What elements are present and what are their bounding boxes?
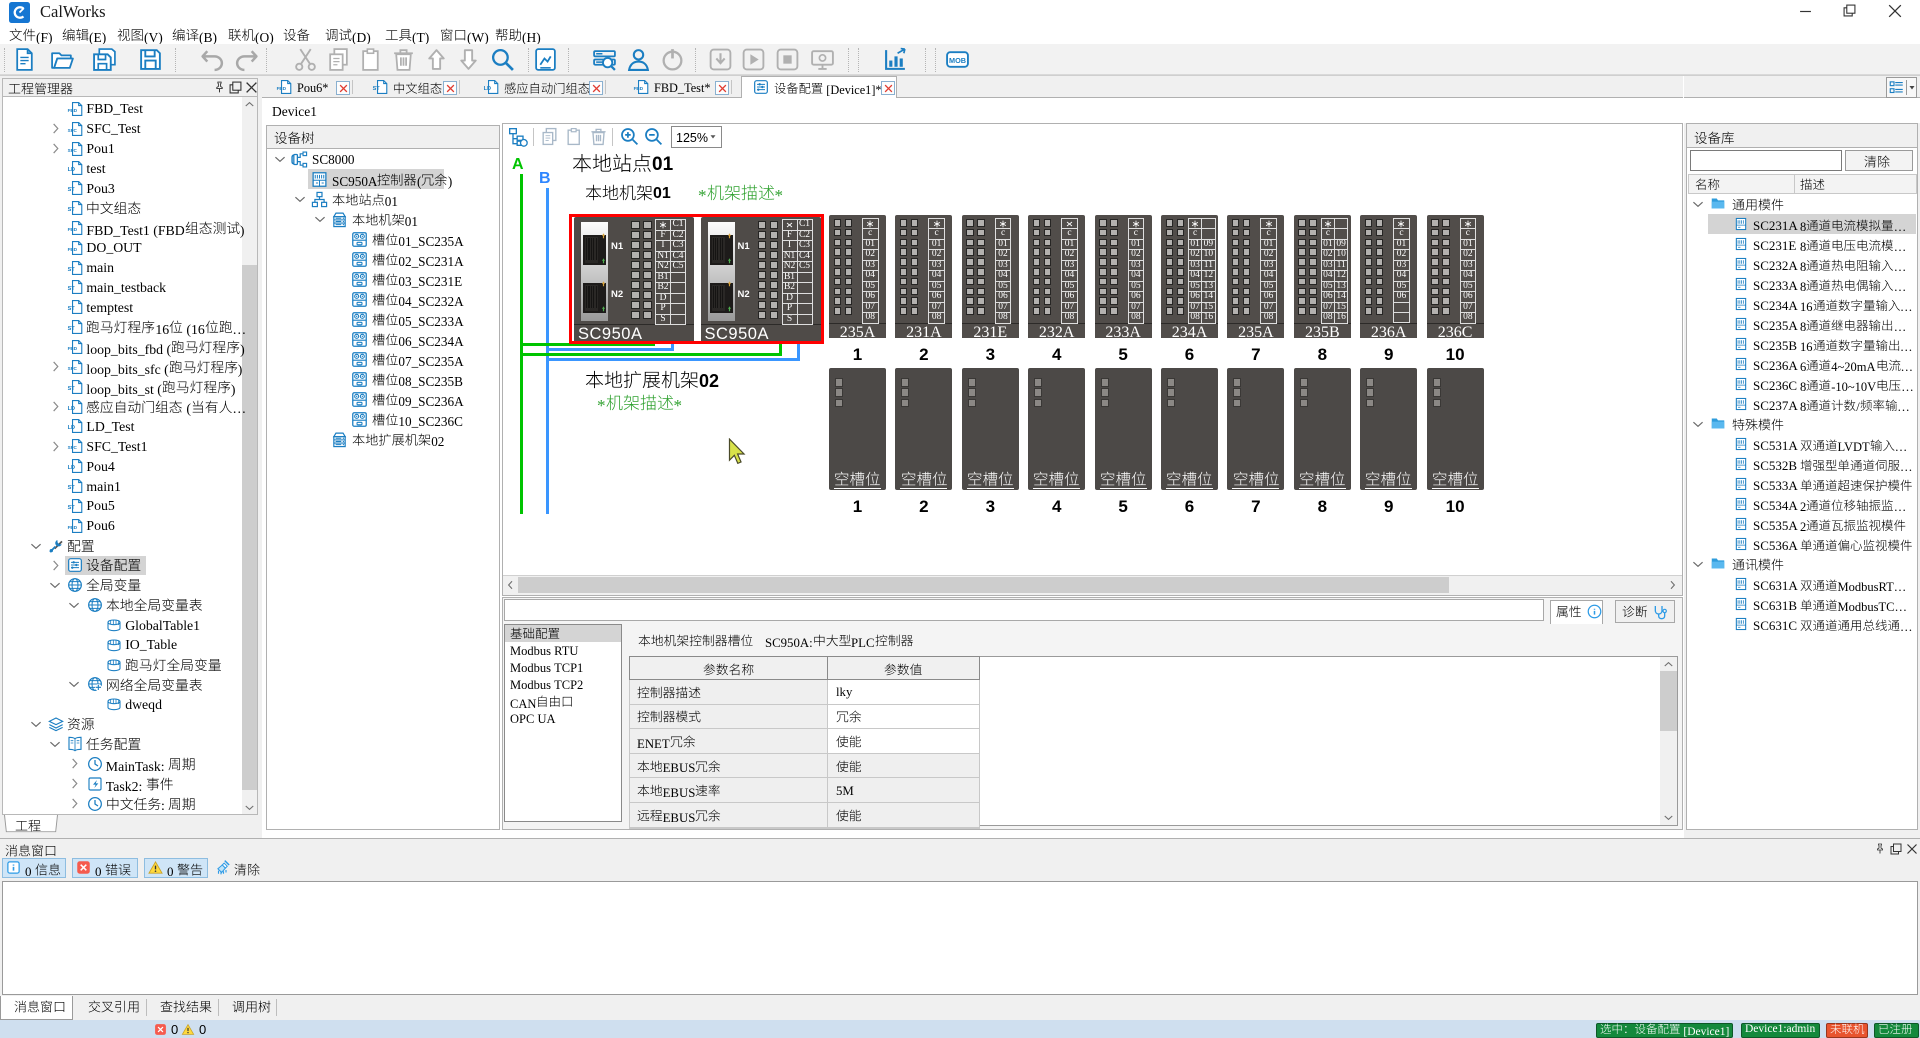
- svg-text:LD: LD: [68, 425, 75, 431]
- svg-text:FBD: FBD: [68, 524, 78, 529]
- svg-text:LD: LD: [68, 405, 75, 411]
- svg-text:ST: ST: [68, 266, 76, 272]
- svg-text:ST: ST: [68, 187, 76, 193]
- svg-text:ST: ST: [68, 326, 76, 332]
- svg-text:SFC: SFC: [68, 366, 78, 371]
- svg-text:LD: LD: [484, 86, 491, 92]
- svg-text:ST: ST: [68, 207, 76, 213]
- svg-text:LD: LD: [68, 167, 75, 173]
- svg-text:MOB: MOB: [949, 56, 966, 65]
- svg-text:FBD: FBD: [277, 86, 287, 91]
- svg-text:FBD: FBD: [68, 108, 78, 113]
- svg-text:LD: LD: [68, 465, 75, 471]
- svg-text:ST: ST: [68, 505, 76, 511]
- svg-text:ST: ST: [68, 286, 76, 292]
- svg-text:FBD: FBD: [634, 86, 644, 91]
- svg-text:ST: ST: [68, 485, 76, 491]
- svg-text:ST: ST: [373, 86, 381, 92]
- svg-text:SFC: SFC: [68, 445, 78, 450]
- svg-text:FBD: FBD: [68, 227, 78, 232]
- svg-text:FBD: FBD: [68, 346, 78, 351]
- svg-text:ST: ST: [68, 306, 76, 312]
- svg-text:ST: ST: [68, 385, 76, 391]
- svg-text:SFC: SFC: [68, 147, 78, 152]
- svg-text:SFC: SFC: [68, 127, 78, 132]
- svg-text:FBD: FBD: [68, 247, 78, 252]
